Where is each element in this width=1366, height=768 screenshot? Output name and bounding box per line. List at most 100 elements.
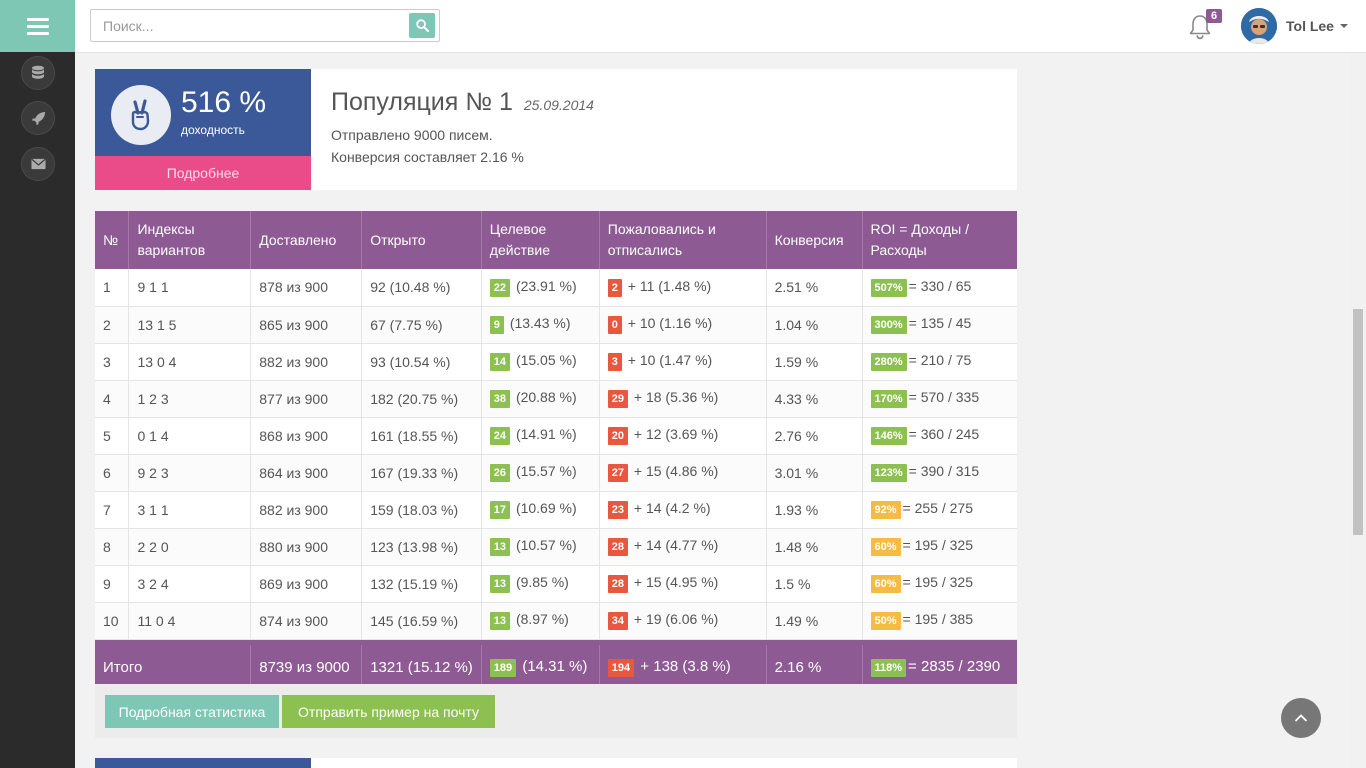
cell-number: 10 xyxy=(95,602,130,640)
cell-indexes: 3 2 4 xyxy=(128,565,252,603)
complaints-badge: 28 xyxy=(607,575,629,593)
cell-indexes: 9 2 3 xyxy=(128,454,252,492)
target-badge: 13 xyxy=(489,575,511,593)
sent-count-text: Отправлено 9000 писем. xyxy=(331,127,493,143)
complaints-rest: + 19 (6.06 %) xyxy=(633,611,719,627)
roi-badge: 92% xyxy=(870,501,901,519)
table-row: 41 2 3 877 из 900 182 (20.75 %) 38 (20.88 %… xyxy=(95,380,1017,418)
cell-indexes: 0 1 4 xyxy=(128,417,252,455)
cell-complaints: 0 + 10 (1.16 %) xyxy=(599,306,767,344)
cell-number: 1 xyxy=(95,269,130,307)
cell-indexes: 3 1 1 xyxy=(128,491,252,529)
target-pct: (14.91 %) xyxy=(515,426,577,442)
sidebar xyxy=(0,0,75,768)
total-complaints-badge: 194 xyxy=(607,658,635,677)
more-details-button[interactable]: Подробнее xyxy=(95,156,311,190)
search-button[interactable] xyxy=(409,13,435,38)
next-population-card xyxy=(95,758,1017,768)
yield-percent: 516 % xyxy=(181,86,267,119)
target-pct: (8.97 %) xyxy=(515,611,569,627)
complaints-rest: + 14 (4.2 %) xyxy=(633,500,711,516)
target-badge: 9 xyxy=(489,316,504,334)
column-header-number: № xyxy=(95,211,130,269)
cell-delivered: 869 из 900 xyxy=(250,565,363,603)
cell-complaints: 27 + 15 (4.86 %) xyxy=(599,454,767,492)
sidebar-item-database[interactable] xyxy=(21,56,55,90)
cell-number: 9 xyxy=(95,565,130,603)
roi-badge: 280% xyxy=(870,353,907,371)
yield-stat-box: 516 % доходность xyxy=(95,69,311,156)
detailed-stats-button[interactable]: Подробная статистика xyxy=(105,695,279,728)
sidebar-item-rocket[interactable] xyxy=(21,101,55,135)
cell-indexes: 13 0 4 xyxy=(128,343,252,381)
complaints-rest: + 15 (4.95 %) xyxy=(633,574,719,590)
column-header-delivered: Доставлено xyxy=(250,211,363,269)
cell-opened: 93 (10.54 %) xyxy=(361,343,482,381)
cell-target: 14 (15.05 %) xyxy=(481,343,600,381)
cell-target: 24 (14.91 %) xyxy=(481,417,600,455)
database-icon xyxy=(32,65,44,79)
cell-roi: 50% = 195 / 385 xyxy=(862,602,1017,640)
cell-target: 17 (10.69 %) xyxy=(481,491,600,529)
cell-complaints: 23 + 14 (4.2 %) xyxy=(599,491,767,529)
chevron-up-icon xyxy=(1294,714,1308,722)
roi-rest: = 570 / 335 xyxy=(908,389,980,405)
total-conversion: 2.16 % xyxy=(766,645,863,689)
sidebar-item-mail[interactable] xyxy=(21,147,55,181)
scrollbar-thumb[interactable] xyxy=(1353,309,1363,535)
column-header-target-action: Целевое действие xyxy=(481,211,600,269)
target-badge: 24 xyxy=(489,427,511,445)
cell-target: 9 (13.43 %) xyxy=(481,306,600,344)
complaints-badge: 28 xyxy=(607,538,629,556)
target-pct: (10.69 %) xyxy=(515,500,577,516)
target-badge: 13 xyxy=(489,612,511,630)
send-sample-email-button[interactable]: Отправить пример на почту xyxy=(282,695,495,728)
cell-roi: 170% = 570 / 335 xyxy=(862,380,1017,418)
cell-conversion: 1.48 % xyxy=(766,528,863,566)
cell-indexes: 13 1 5 xyxy=(128,306,252,344)
roi-badge: 50% xyxy=(870,612,901,630)
complaints-rest: + 10 (1.47 %) xyxy=(627,352,713,368)
cell-conversion: 1.04 % xyxy=(766,306,863,344)
cell-complaints: 20 + 12 (3.69 %) xyxy=(599,417,767,455)
cell-roi: 280% = 210 / 75 xyxy=(862,343,1017,381)
cell-complaints: 28 + 14 (4.77 %) xyxy=(599,528,767,566)
column-header-opened: Открыто xyxy=(361,211,482,269)
cell-conversion: 2.76 % xyxy=(766,417,863,455)
roi-rest: = 390 / 315 xyxy=(908,463,980,479)
cell-indexes: 2 2 0 xyxy=(128,528,252,566)
cell-delivered: 878 из 900 xyxy=(250,269,363,307)
menu-toggle-button[interactable] xyxy=(0,0,75,52)
cell-target: 13 (9.85 %) xyxy=(481,565,600,603)
target-pct: (10.57 %) xyxy=(515,537,577,553)
roi-rest: = 210 / 75 xyxy=(908,352,972,368)
table-row: 3 13 0 4 882 из 900 93 (10.54 %) 14 (15.05 %… xyxy=(95,343,1017,381)
variants-table-wrapper: № Индексы вариантов Доставлено Открыто Ц… xyxy=(95,211,1017,689)
scroll-to-top-button[interactable] xyxy=(1281,698,1321,738)
complaints-badge: 20 xyxy=(607,427,629,445)
roi-badge: 123% xyxy=(870,464,907,482)
table-row: 69 2 3 864 из 900 167 (19.33 %) 26 (15.57 %… xyxy=(95,454,1017,492)
target-pct: (15.05 %) xyxy=(515,352,577,368)
target-badge: 14 xyxy=(489,353,511,371)
complaints-badge: 29 xyxy=(607,390,629,408)
search-input[interactable] xyxy=(91,10,401,41)
complaints-rest: + 10 (1.16 %) xyxy=(627,315,713,331)
cell-opened: 145 (16.59 %) xyxy=(361,602,482,640)
actions-bar: Подробная статистика Отправить пример на… xyxy=(95,684,1017,738)
cell-opened: 182 (20.75 %) xyxy=(361,380,482,418)
cell-target: 13 (10.57 %) xyxy=(481,528,600,566)
complaints-rest: + 14 (4.77 %) xyxy=(633,537,719,553)
cell-conversion: 3.01 % xyxy=(766,454,863,492)
complaints-badge: 3 xyxy=(607,353,622,371)
table-row: 93 2 4 869 из 900 132 (15.19 %) 13 (9.85 %)… xyxy=(95,565,1017,603)
envelope-icon xyxy=(30,158,46,170)
population-title: Популяция № 1 25.09.2014 xyxy=(331,88,594,117)
total-target-pct: (14.31 %) xyxy=(522,657,588,675)
roi-badge: 300% xyxy=(870,316,907,334)
user-menu[interactable]: Tol Lee xyxy=(1241,8,1348,44)
cell-opened: 132 (15.19 %) xyxy=(361,565,482,603)
target-badge: 13 xyxy=(489,538,511,556)
complaints-rest: + 12 (3.69 %) xyxy=(633,426,719,442)
table-row: 10 11 0 4 874 из 900 145 (16.59 %) 13 (8.97 … xyxy=(95,602,1017,640)
